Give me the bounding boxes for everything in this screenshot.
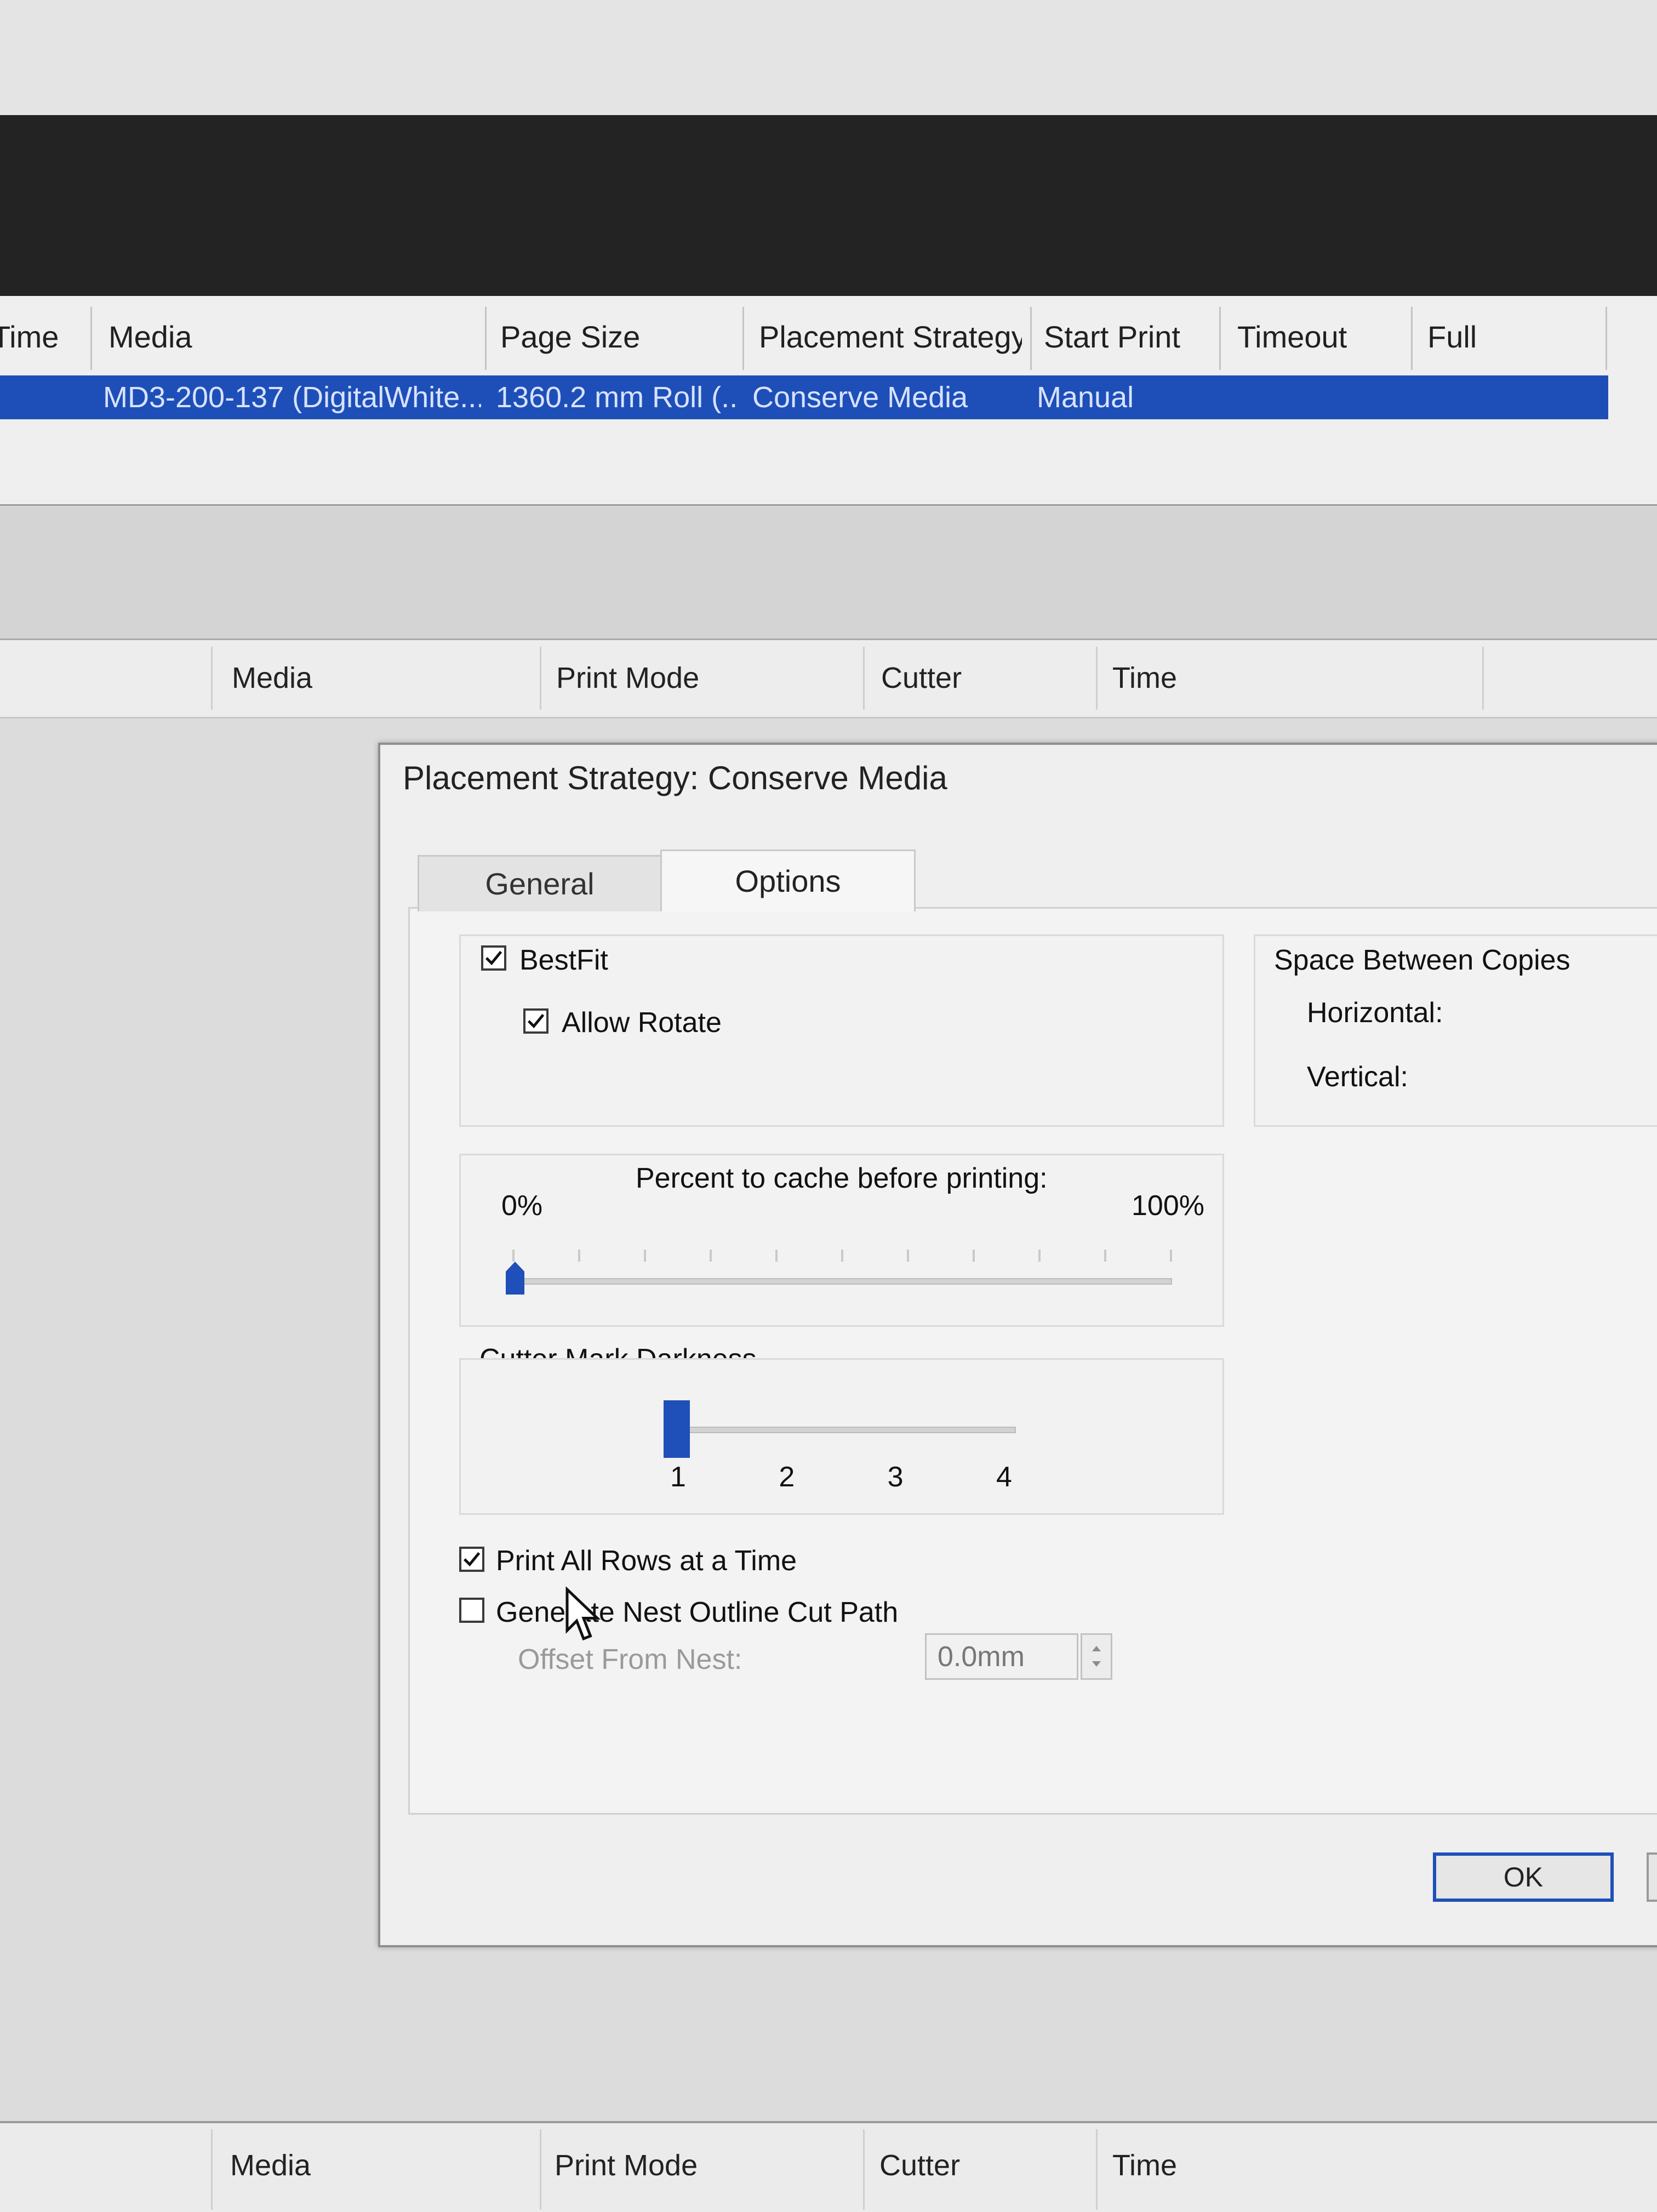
toolbar-band	[0, 115, 1657, 296]
cutter-tick-1: 1	[670, 1461, 686, 1493]
cache-tick	[841, 1250, 843, 1262]
cutter-tick-2: 2	[779, 1461, 795, 1493]
offset-spinner[interactable]	[1081, 1633, 1112, 1680]
cache-tick	[1104, 1250, 1106, 1262]
cache-tick	[512, 1250, 515, 1262]
column-header-cutter[interactable]: Cutter	[881, 644, 962, 712]
offset-value: 0.0mm	[938, 1641, 1025, 1673]
cache-tick	[907, 1250, 909, 1262]
column-separator[interactable]	[1482, 647, 1484, 710]
space-between-copies-title: Space Between Copies	[1274, 944, 1570, 976]
cutter-mark-slider-thumb[interactable]	[664, 1400, 690, 1458]
cache-tick	[710, 1250, 712, 1262]
cutter-tick-4: 4	[996, 1461, 1012, 1493]
cutter-mark-slider-track[interactable]	[671, 1427, 1016, 1433]
details-band	[0, 507, 1657, 640]
cell-page-size[interactable]: 1360.2 mm Roll (...	[496, 375, 737, 419]
cache-slider-thumb[interactable]	[504, 1261, 527, 1295]
column-separator[interactable]	[1096, 2129, 1098, 2210]
cell-media[interactable]: MD3-200-137 (DigitalWhite...	[103, 375, 481, 419]
cancel-button[interactable]	[1647, 1852, 1657, 1902]
offset-input[interactable]: 0.0mm	[925, 1633, 1078, 1680]
column-separator[interactable]	[1411, 307, 1413, 370]
bestfit-checkbox[interactable]	[481, 945, 506, 971]
bestfit-label[interactable]: BestFit	[519, 944, 608, 977]
column-header-media[interactable]: Media	[108, 304, 476, 370]
dialog-title: Placement Strategy: Conserve Media	[403, 760, 947, 796]
column-header-placement-strategy[interactable]: Placement Strategy	[759, 304, 1022, 370]
column-separator[interactable]	[90, 307, 92, 370]
top-strip	[0, 0, 1657, 115]
column-header-start-print[interactable]: Start Print	[1044, 304, 1208, 370]
column-separator[interactable]	[1030, 307, 1032, 370]
ok-button[interactable]: OK	[1433, 1852, 1614, 1902]
cache-max-label: 100%	[1132, 1190, 1204, 1222]
column-header-print-mode[interactable]: Print Mode	[555, 2148, 698, 2182]
spinner-arrows-icon	[1092, 1646, 1101, 1667]
generate-nest-checkbox[interactable]	[459, 1598, 484, 1623]
column-separator[interactable]	[211, 2129, 213, 2210]
column-header-time[interactable]: Time	[0, 304, 85, 370]
vertical-label: Vertical:	[1307, 1061, 1408, 1093]
column-separator[interactable]	[540, 647, 541, 710]
mouse-cursor-icon	[565, 1587, 601, 1641]
generate-nest-label[interactable]: Generate Nest Outline Cut Path	[496, 1596, 898, 1629]
column-header-media[interactable]: Media	[232, 644, 312, 712]
column-separator[interactable]	[485, 307, 487, 370]
cutter-mark-group	[459, 1358, 1224, 1515]
column-header-timeout[interactable]: Timeout	[1237, 304, 1402, 370]
column-header-print-mode[interactable]: Print Mode	[556, 644, 699, 712]
cell-start-print[interactable]: Manual	[1037, 375, 1201, 419]
column-header-cutter[interactable]: Cutter	[879, 2148, 960, 2182]
slider-thumb-icon	[506, 1262, 524, 1295]
print-all-rows-checkbox[interactable]	[459, 1547, 484, 1572]
column-header-media[interactable]: Media	[230, 2148, 311, 2182]
print-all-rows-label[interactable]: Print All Rows at a Time	[496, 1544, 797, 1577]
cache-tick	[1170, 1250, 1172, 1262]
cache-title: Percent to cache before printing:	[636, 1162, 1048, 1194]
checkmark-icon	[463, 1552, 481, 1567]
column-separator[interactable]	[863, 2129, 865, 2210]
column-separator[interactable]	[742, 307, 744, 370]
horizontal-label: Horizontal:	[1307, 997, 1443, 1029]
column-header-page-size[interactable]: Page Size	[500, 304, 736, 370]
checkmark-icon	[485, 951, 502, 966]
cell-placement-strategy[interactable]: Conserve Media	[752, 375, 1015, 419]
column-header-full[interactable]: Full	[1427, 304, 1537, 370]
column-separator[interactable]	[1096, 647, 1098, 710]
cache-tick	[973, 1250, 975, 1262]
allow-rotate-label[interactable]: Allow Rotate	[562, 1006, 722, 1039]
cutter-tick-3: 3	[887, 1461, 904, 1493]
tab-options[interactable]: Options	[660, 850, 916, 911]
column-separator[interactable]	[540, 2129, 541, 2210]
column-separator[interactable]	[863, 647, 865, 710]
cache-tick	[775, 1250, 778, 1262]
cache-tick	[1038, 1250, 1041, 1262]
offset-from-nest-label: Offset From Nest:	[518, 1644, 742, 1675]
cache-min-label: 0%	[501, 1190, 543, 1222]
cache-tick	[644, 1250, 646, 1262]
column-header-time[interactable]: Time	[1112, 644, 1177, 712]
column-separator[interactable]	[211, 647, 213, 710]
column-separator[interactable]	[1605, 307, 1607, 370]
checkmark-icon	[527, 1014, 545, 1029]
cache-slider-track[interactable]	[512, 1278, 1172, 1285]
allow-rotate-checkbox[interactable]	[523, 1008, 548, 1034]
column-header-time[interactable]: Time	[1112, 2148, 1177, 2182]
column-separator[interactable]	[1219, 307, 1221, 370]
cache-tick	[578, 1250, 580, 1262]
tab-general[interactable]: General	[418, 855, 662, 911]
